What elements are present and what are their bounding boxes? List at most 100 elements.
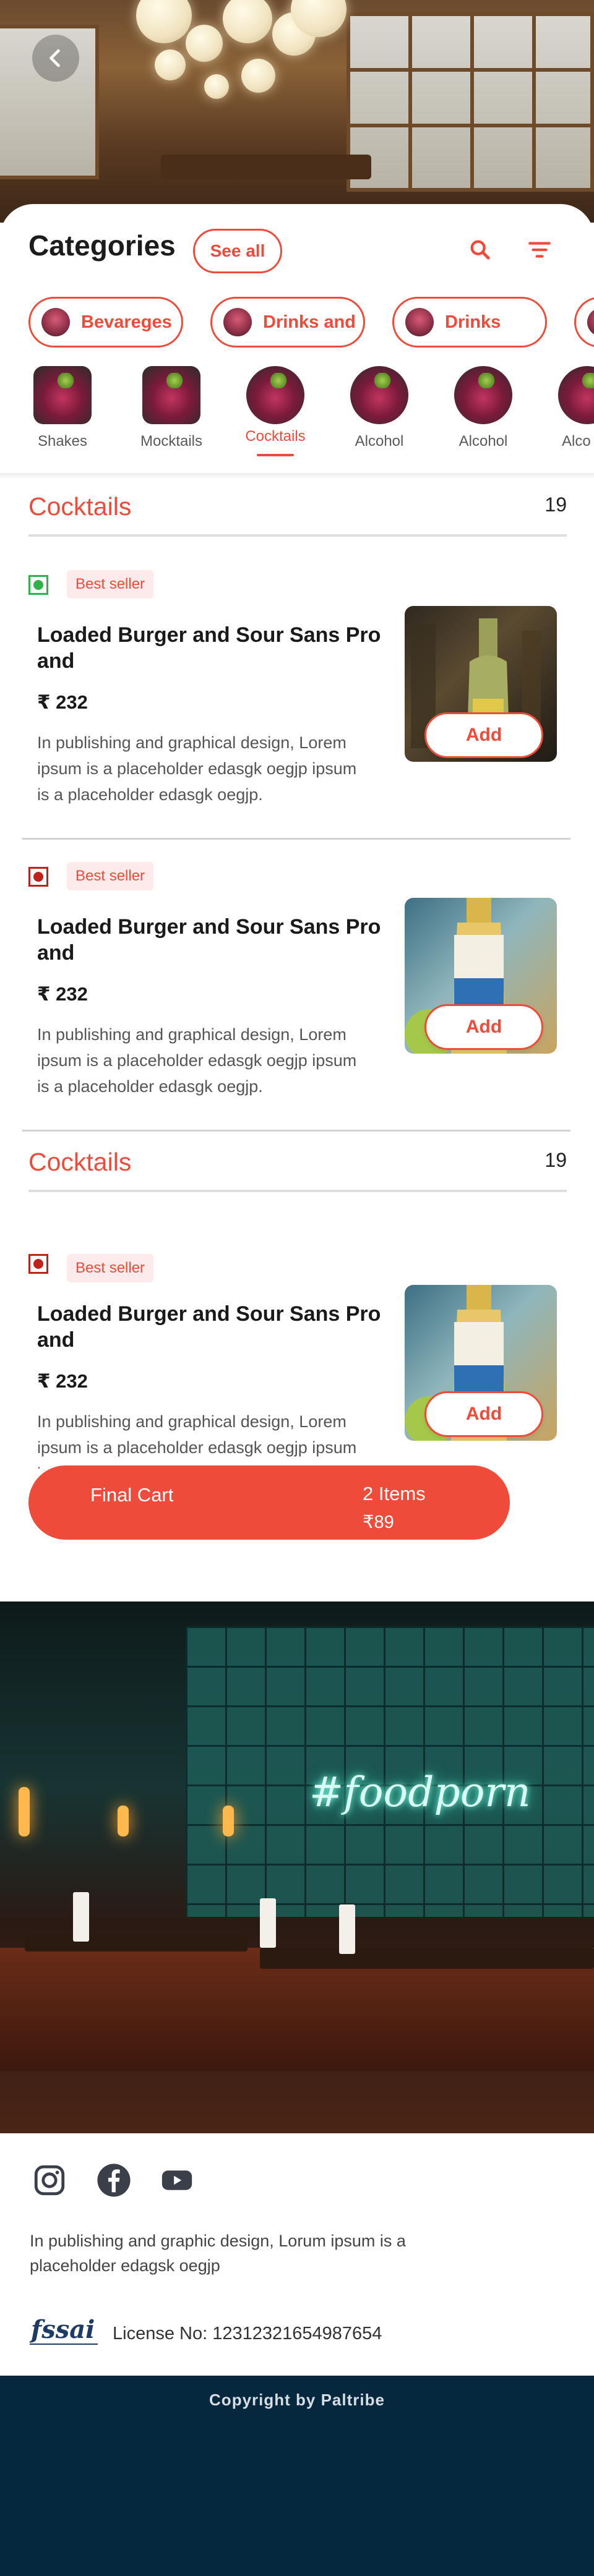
copyright-text: Copyright by Paltribe [209,2390,385,2409]
chip-thumbnail [405,308,434,336]
hero-frame [532,12,536,192]
license-number: License No: 12312321654987654 [113,2324,382,2344]
active-indicator [257,454,294,456]
category-chip[interactable] [574,297,594,348]
subcategory-label: Alcohol [355,433,404,450]
non-veg-icon [28,1254,48,1274]
category-chip[interactable]: Drinks [392,297,547,348]
best-seller-badge: Best seller [67,1254,154,1282]
subcategory-alcohol[interactable]: Alcohol [339,366,420,450]
hero-frame [346,68,594,72]
hero-lamp [136,0,192,43]
section-title: Cocktails [28,1148,132,1176]
section-count: 19 [544,493,567,516]
subcategory-image [246,366,304,424]
cart-item-count: 2 Items [363,1483,426,1504]
menu-item: Best seller Loaded Burger and Sour Sans … [22,862,570,1132]
subcategory-image [454,366,512,424]
wall-light [19,1787,30,1836]
item-price: ₹ 232 [37,691,88,713]
item-name: Loaded Burger and Sour Sans Pro and [37,1302,381,1352]
facebook-icon [97,2164,131,2197]
hero-frame [408,12,412,192]
copyright-band: Copyright by Paltribe [0,2376,594,2576]
subcategory-label: Mocktails [140,433,203,450]
back-button[interactable] [32,35,79,82]
category-chip[interactable]: Drinks and [210,297,365,348]
wall-light [223,1806,234,1836]
youtube-link[interactable] [157,2160,197,2200]
hero-frame [346,124,594,127]
bar-table [25,1935,248,1951]
hero-frame [470,12,474,192]
chip-thumbnail [41,308,70,336]
subcategory-alcohol[interactable]: Alco [547,366,594,450]
item-divider [22,838,570,840]
filter-button[interactable] [522,232,557,267]
subcategory-mocktails[interactable]: Mocktails [131,366,212,450]
youtube-icon [161,2170,192,2190]
veg-icon [28,575,48,595]
chevron-left-icon [50,49,60,67]
subcategory-image [142,366,200,424]
item-description: In publishing and graphical design, Lore… [37,1412,357,1470]
chip-label: Bevareges [81,312,172,332]
item-divider [22,1130,570,1132]
table-bottle [339,1904,355,1954]
add-button[interactable]: Add [424,1004,543,1050]
hero-lamp [241,59,275,93]
filter-icon [528,242,551,258]
bar-table [260,1948,594,1969]
subcategory-label: Alco [562,433,591,450]
add-button[interactable]: Add [424,1391,543,1437]
category-chip[interactable]: Bevareges [28,297,183,348]
subcategory-image [558,366,594,424]
subcategory-shakes[interactable]: Shakes [22,366,103,450]
wall-light [118,1806,129,1836]
item-description: In publishing and graphical design, Lore… [37,733,357,804]
table-bottle [73,1892,89,1942]
menu-item: Best seller Loaded Burger and Sour Sans … [22,1254,570,1470]
hero-lamp [223,0,272,43]
fssai-logo: fssai [31,2315,95,2344]
final-cart-button[interactable]: Final Cart 2 Items ₹89 [28,1465,510,1540]
hero-table [161,155,371,179]
section-count: 19 [544,1149,567,1171]
best-seller-badge: Best seller [67,570,154,599]
section-title: Cocktails [28,492,132,521]
hero-lamp [155,49,186,80]
facebook-link[interactable] [94,2160,134,2200]
subcategory-alcohol[interactable]: Alcohol [443,366,523,450]
cart-label: Final Cart [90,1484,174,1506]
add-button[interactable]: Add [424,712,543,758]
instagram-link[interactable] [30,2160,69,2200]
category-chips: Bevareges Drinks and Drinks [0,297,594,350]
subcategory-cocktails[interactable]: Cocktails [235,366,316,456]
item-price: ₹ 232 [37,1370,88,1392]
restaurant-photo: #foodporn [0,1601,594,2133]
cart-amount: ₹89 [363,1512,394,1532]
neon-sign: #foodporn [309,1768,531,1816]
subcategory-image [33,366,92,424]
item-name: Loaded Burger and Sour Sans Pro and [37,915,381,965]
subcategory-image [350,366,408,424]
item-description: In publishing and graphical design, Lore… [37,1025,357,1096]
search-button[interactable] [463,232,497,267]
categories-title: Categories [28,229,176,262]
best-seller-badge: Best seller [67,862,154,890]
fssai-logo-underline [30,2344,98,2345]
subcategory-strip: Shakes Mocktails Cocktails Alcohol Alcoh… [0,366,594,477]
non-veg-icon [28,867,48,887]
instagram-icon [34,2165,65,2196]
chip-label: Drinks and [263,312,356,332]
subcategory-label: Cocktails [245,428,306,445]
see-all-button[interactable]: See all [193,229,282,273]
subcategory-label: Shakes [37,433,88,450]
item-price: ₹ 232 [37,983,88,1005]
item-name: Loaded Burger and Sour Sans Pro and [37,623,381,673]
chip-label: Drinks [445,312,501,332]
hero-image [0,0,594,223]
subcategory-label: Alcohol [458,433,508,450]
footer-description: In publishing and graphic design, Lorum … [30,2232,406,2275]
hero-lamp [186,25,223,62]
